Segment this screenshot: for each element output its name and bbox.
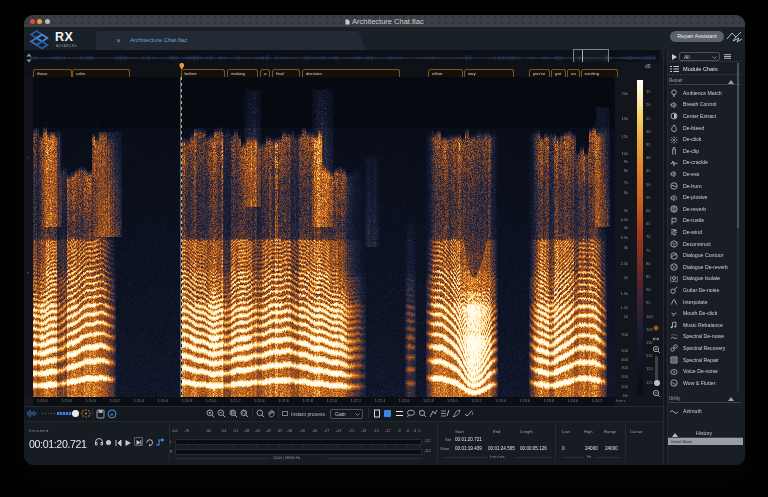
svg-text:e: e	[110, 411, 114, 417]
